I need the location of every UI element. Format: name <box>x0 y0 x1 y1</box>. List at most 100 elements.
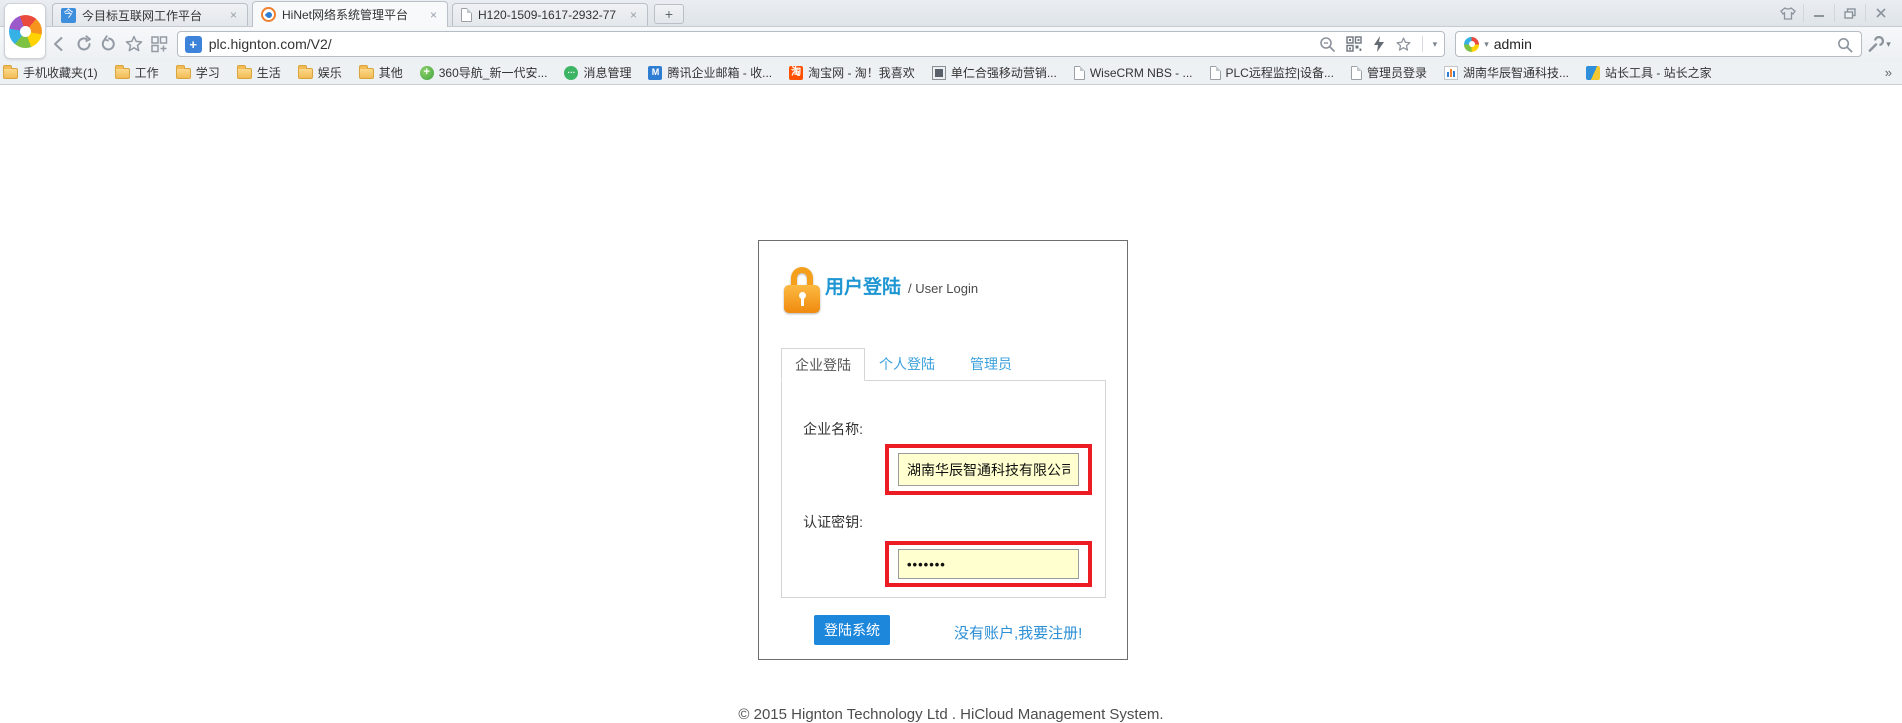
bookmark-admin-login[interactable]: 管理员登录 <box>1351 64 1427 81</box>
back-button[interactable] <box>48 32 71 56</box>
bookmark-folder-study[interactable]: 学习 <box>176 64 220 81</box>
chat-bubble-icon: ··· <box>564 66 578 80</box>
address-bar[interactable]: + plc.hignton.com/V2/ ▾ <box>177 31 1446 57</box>
restore-button[interactable] <box>1834 4 1865 22</box>
tshirt-icon <box>1780 7 1796 20</box>
grid-plus-icon <box>149 34 169 54</box>
bookmark-folder-other[interactable]: 其他 <box>359 64 403 81</box>
jinmubiao-favicon-icon: 今 <box>61 8 76 23</box>
favorites-button[interactable] <box>123 32 146 56</box>
tools-dropdown-icon: ▾ <box>1886 40 1891 49</box>
hinet-favicon-icon <box>261 7 276 22</box>
bookmark-folder-work[interactable]: 工作 <box>115 64 159 81</box>
refresh-button[interactable] <box>73 32 96 56</box>
restore-icon <box>1844 8 1856 19</box>
bookmark-page-button[interactable] <box>1395 36 1412 53</box>
bookmark-folder-fun[interactable]: 娱乐 <box>298 64 342 81</box>
page-zoom-button[interactable] <box>1318 35 1336 53</box>
auth-key-label: 认证密钥: <box>789 511 863 534</box>
bookmark-wisecrm[interactable]: WiseCRM NBS - ... <box>1074 66 1193 80</box>
bookmark-label: 单仁合强移动营销... <box>951 64 1057 81</box>
address-dropdown-button[interactable]: ▾ <box>1433 40 1438 49</box>
bookmark-360nav[interactable]: +360导航_新一代安... <box>420 64 548 81</box>
login-panel: 用户登陆/ User Login 企业登陆 个人登陆 管理员 企业名称: 认证密… <box>758 240 1128 660</box>
browser-toolbar: + plc.hignton.com/V2/ ▾ <box>0 27 1902 61</box>
undo-icon <box>99 34 119 54</box>
page-content: 用户登陆/ User Login 企业登陆 个人登陆 管理员 企业名称: 认证密… <box>0 86 1902 678</box>
search-go-button[interactable] <box>1836 36 1853 53</box>
tab-jinmubiao[interactable]: 今 今目标互联网工作平台 × <box>52 3 248 26</box>
site-shield-icon[interactable]: + <box>185 36 202 53</box>
tab-title: H120-1509-1617-2932-77 <box>478 8 622 22</box>
bookmark-huachen[interactable]: 湖南华辰智通科技... <box>1444 64 1569 81</box>
browser-menu-button[interactable] <box>4 3 46 59</box>
magnifier-minus-icon <box>1318 35 1336 53</box>
tab-h120[interactable]: H120-1509-1617-2932-77 × <box>452 3 648 26</box>
bookmark-messages[interactable]: ···消息管理 <box>564 64 631 81</box>
lock-body <box>784 285 820 313</box>
bookmark-chinaz[interactable]: 站长工具 - 站长之家 <box>1586 64 1712 81</box>
bookmark-plc-monitor[interactable]: PLC远程监控|设备... <box>1210 64 1334 81</box>
auth-key-input[interactable] <box>898 549 1079 579</box>
search-input[interactable]: admin <box>1494 36 1831 52</box>
bookmark-folder-mobile[interactable]: 手机收藏夹(1) <box>3 64 98 81</box>
search-engine-icon[interactable] <box>1464 37 1479 52</box>
minimize-button[interactable] <box>1803 4 1834 22</box>
bookmark-label: 站长工具 - 站长之家 <box>1605 64 1712 81</box>
bookmark-tencent-mail[interactable]: M腾讯企业邮箱 - 收... <box>648 64 772 81</box>
search-engine-dropdown-icon[interactable]: ▾ <box>1484 40 1489 49</box>
tab-title: HiNet网络系统管理平台 <box>282 6 422 23</box>
browser-chrome: 今 今目标互联网工作平台 × HiNet网络系统管理平台 × H120-1509… <box>0 0 1902 85</box>
enterprise-name-highlight <box>885 444 1092 495</box>
tab-admin-login[interactable]: 管理员 <box>949 348 1033 381</box>
close-window-button[interactable] <box>1865 4 1896 22</box>
url-text[interactable]: plc.hignton.com/V2/ <box>209 36 1311 52</box>
accelerate-button[interactable] <box>1372 36 1385 52</box>
back-icon <box>49 34 69 54</box>
bookmark-label: WiseCRM NBS - ... <box>1090 66 1193 80</box>
skin-button[interactable] <box>1772 4 1803 22</box>
wrench-icon <box>1867 36 1884 53</box>
bookmark-shanren[interactable]: 单仁合强移动营销... <box>932 64 1057 81</box>
tab-close-icon[interactable]: × <box>228 7 239 23</box>
login-title-cn: 用户登陆 <box>825 277 901 298</box>
enterprise-name-input[interactable] <box>898 453 1079 486</box>
mail-icon: M <box>648 66 662 80</box>
bar-chart-icon <box>1444 66 1458 80</box>
address-bar-actions: ▾ <box>1318 35 1438 53</box>
extensions-button[interactable] <box>148 32 171 56</box>
bookmark-label: 学习 <box>196 64 220 81</box>
bookmark-label: 生活 <box>257 64 281 81</box>
bookmark-label: 湖南华辰智通科技... <box>1463 64 1569 81</box>
folder-icon <box>115 68 130 79</box>
search-box[interactable]: ▾ admin <box>1455 31 1862 57</box>
enterprise-name-label: 企业名称: <box>789 418 863 441</box>
tab-enterprise-login[interactable]: 企业登陆 <box>781 348 865 381</box>
tab-personal-login[interactable]: 个人登陆 <box>865 348 949 381</box>
bookmarks-bar: 手机收藏夹(1) 工作 学习 生活 娱乐 其他 +360导航_新一代安... ·… <box>0 61 1902 85</box>
bookmark-label: 淘宝网 - 淘！我喜欢 <box>808 64 915 81</box>
bookmark-folder-life[interactable]: 生活 <box>237 64 281 81</box>
refresh-icon <box>74 34 94 54</box>
tab-close-icon[interactable]: × <box>628 7 639 23</box>
bookmark-label: 其他 <box>379 64 403 81</box>
bookmark-taobao[interactable]: 淘淘宝网 - 淘！我喜欢 <box>789 64 915 81</box>
page-favicon-icon <box>461 8 472 22</box>
new-tab-button[interactable]: + <box>654 4 684 24</box>
tab-close-icon[interactable]: × <box>428 7 439 23</box>
login-submit-button[interactable]: 登陆系统 <box>814 615 890 645</box>
lock-icon <box>784 267 820 313</box>
register-link[interactable]: 没有账户,我要注册! <box>954 622 1082 643</box>
folder-icon <box>298 68 313 79</box>
chinaz-icon <box>1586 66 1600 80</box>
photo-icon <box>932 66 946 80</box>
bookmark-label: PLC远程监控|设备... <box>1226 64 1334 81</box>
folder-icon <box>359 68 374 79</box>
bookmarks-overflow-button[interactable]: » <box>1885 65 1892 80</box>
qr-code-button[interactable] <box>1346 36 1362 52</box>
window-controls <box>1772 4 1896 22</box>
tab-hinet-active[interactable]: HiNet网络系统管理平台 × <box>252 1 448 27</box>
undo-history-button[interactable] <box>98 32 121 56</box>
tools-menu-button[interactable]: ▾ <box>1864 32 1894 56</box>
bookmark-label: 娱乐 <box>318 64 342 81</box>
